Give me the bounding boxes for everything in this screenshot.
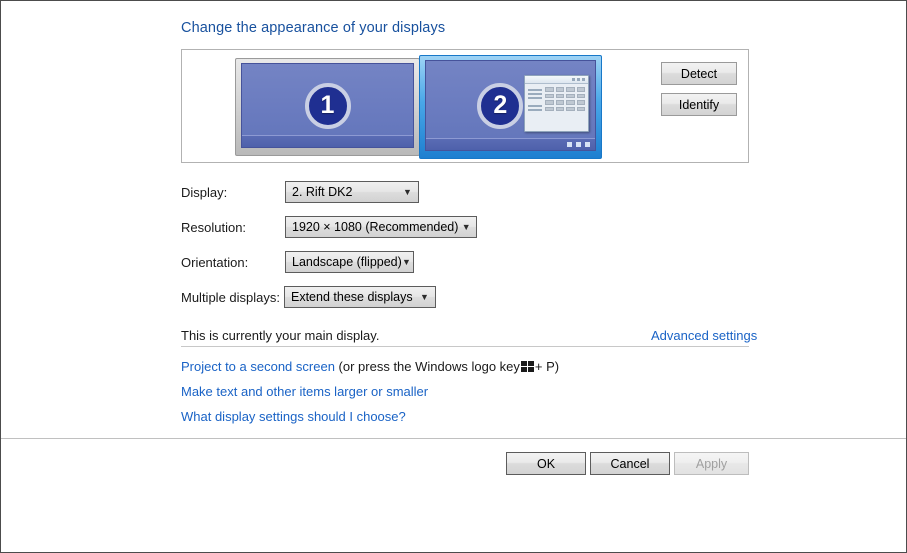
project-hint-prefix: (or press the Windows logo key xyxy=(338,359,520,374)
orientation-label: Orientation: xyxy=(181,255,249,270)
display-label: Display: xyxy=(181,185,228,200)
cancel-button[interactable]: Cancel xyxy=(590,452,670,475)
multiple-displays-dropdown-value: Extend these displays xyxy=(291,290,413,304)
make-text-larger-link[interactable]: Make text and other items larger or smal… xyxy=(181,384,428,399)
display-dropdown-value: 2. Rift DK2 xyxy=(292,185,353,199)
chevron-down-icon: ▼ xyxy=(461,221,471,232)
dialog-footer: OK Cancel Apply xyxy=(1,438,906,552)
monitor-preview-2[interactable]: 2 xyxy=(419,55,602,159)
mini-window-body xyxy=(525,84,588,114)
monitor-2-taskbar xyxy=(426,138,595,150)
monitor-1-number: 1 xyxy=(304,82,351,129)
text-size-row: Make text and other items larger or smal… xyxy=(181,384,428,399)
mini-window-tile-grid xyxy=(545,87,585,111)
project-second-screen-row: Project to a second screen (or press the… xyxy=(181,359,559,374)
display-settings-window: Change the appearance of your displays 1… xyxy=(0,0,907,553)
multiple-displays-label: Multiple displays: xyxy=(181,290,280,305)
monitor-2-screen: 2 xyxy=(425,60,596,151)
monitor-preview-1[interactable]: 1 xyxy=(235,58,420,156)
monitor-2-number: 2 xyxy=(477,82,524,129)
chevron-down-icon: ▼ xyxy=(420,291,429,302)
apply-button: Apply xyxy=(674,452,749,475)
main-display-status: This is currently your main display. xyxy=(181,328,380,343)
resolution-dropdown[interactable]: 1920 × 1080 (Recommended) ▼ xyxy=(285,216,477,238)
mini-window-titlebar xyxy=(525,76,588,84)
content-area: Change the appearance of your displays 1… xyxy=(1,1,906,438)
multiple-displays-dropdown[interactable]: Extend these displays ▼ xyxy=(284,286,436,308)
display-dropdown[interactable]: 2. Rift DK2 ▼ xyxy=(285,181,419,203)
identify-button[interactable]: Identify xyxy=(661,93,737,116)
chevron-down-icon: ▼ xyxy=(403,186,412,197)
project-second-screen-link[interactable]: Project to a second screen xyxy=(181,359,335,374)
taskbar-buttons-icon xyxy=(567,142,590,147)
resolution-dropdown-value: 1920 × 1080 (Recommended) xyxy=(292,220,459,234)
control-panel-window-icon xyxy=(524,75,589,132)
resolution-label: Resolution: xyxy=(181,220,247,235)
mini-window-sidebar xyxy=(528,87,542,111)
what-display-settings-link[interactable]: What display settings should I choose? xyxy=(181,409,406,424)
chevron-down-icon: ▼ xyxy=(401,256,411,267)
ok-button[interactable]: OK xyxy=(506,452,586,475)
detect-button[interactable]: Detect xyxy=(661,62,737,85)
page-title: Change the appearance of your displays xyxy=(181,20,446,36)
advanced-settings-link[interactable]: Advanced settings xyxy=(651,328,757,343)
windows-logo-icon xyxy=(520,360,534,372)
what-settings-row: What display settings should I choose? xyxy=(181,409,406,424)
orientation-dropdown-value: Landscape (flipped) xyxy=(292,255,402,269)
monitor-1-taskbar xyxy=(242,135,413,147)
project-hint-suffix: + P) xyxy=(534,359,560,374)
status-separator xyxy=(181,346,749,347)
orientation-dropdown[interactable]: Landscape (flipped) ▼ xyxy=(285,251,414,273)
monitor-1-screen: 1 xyxy=(241,63,414,148)
